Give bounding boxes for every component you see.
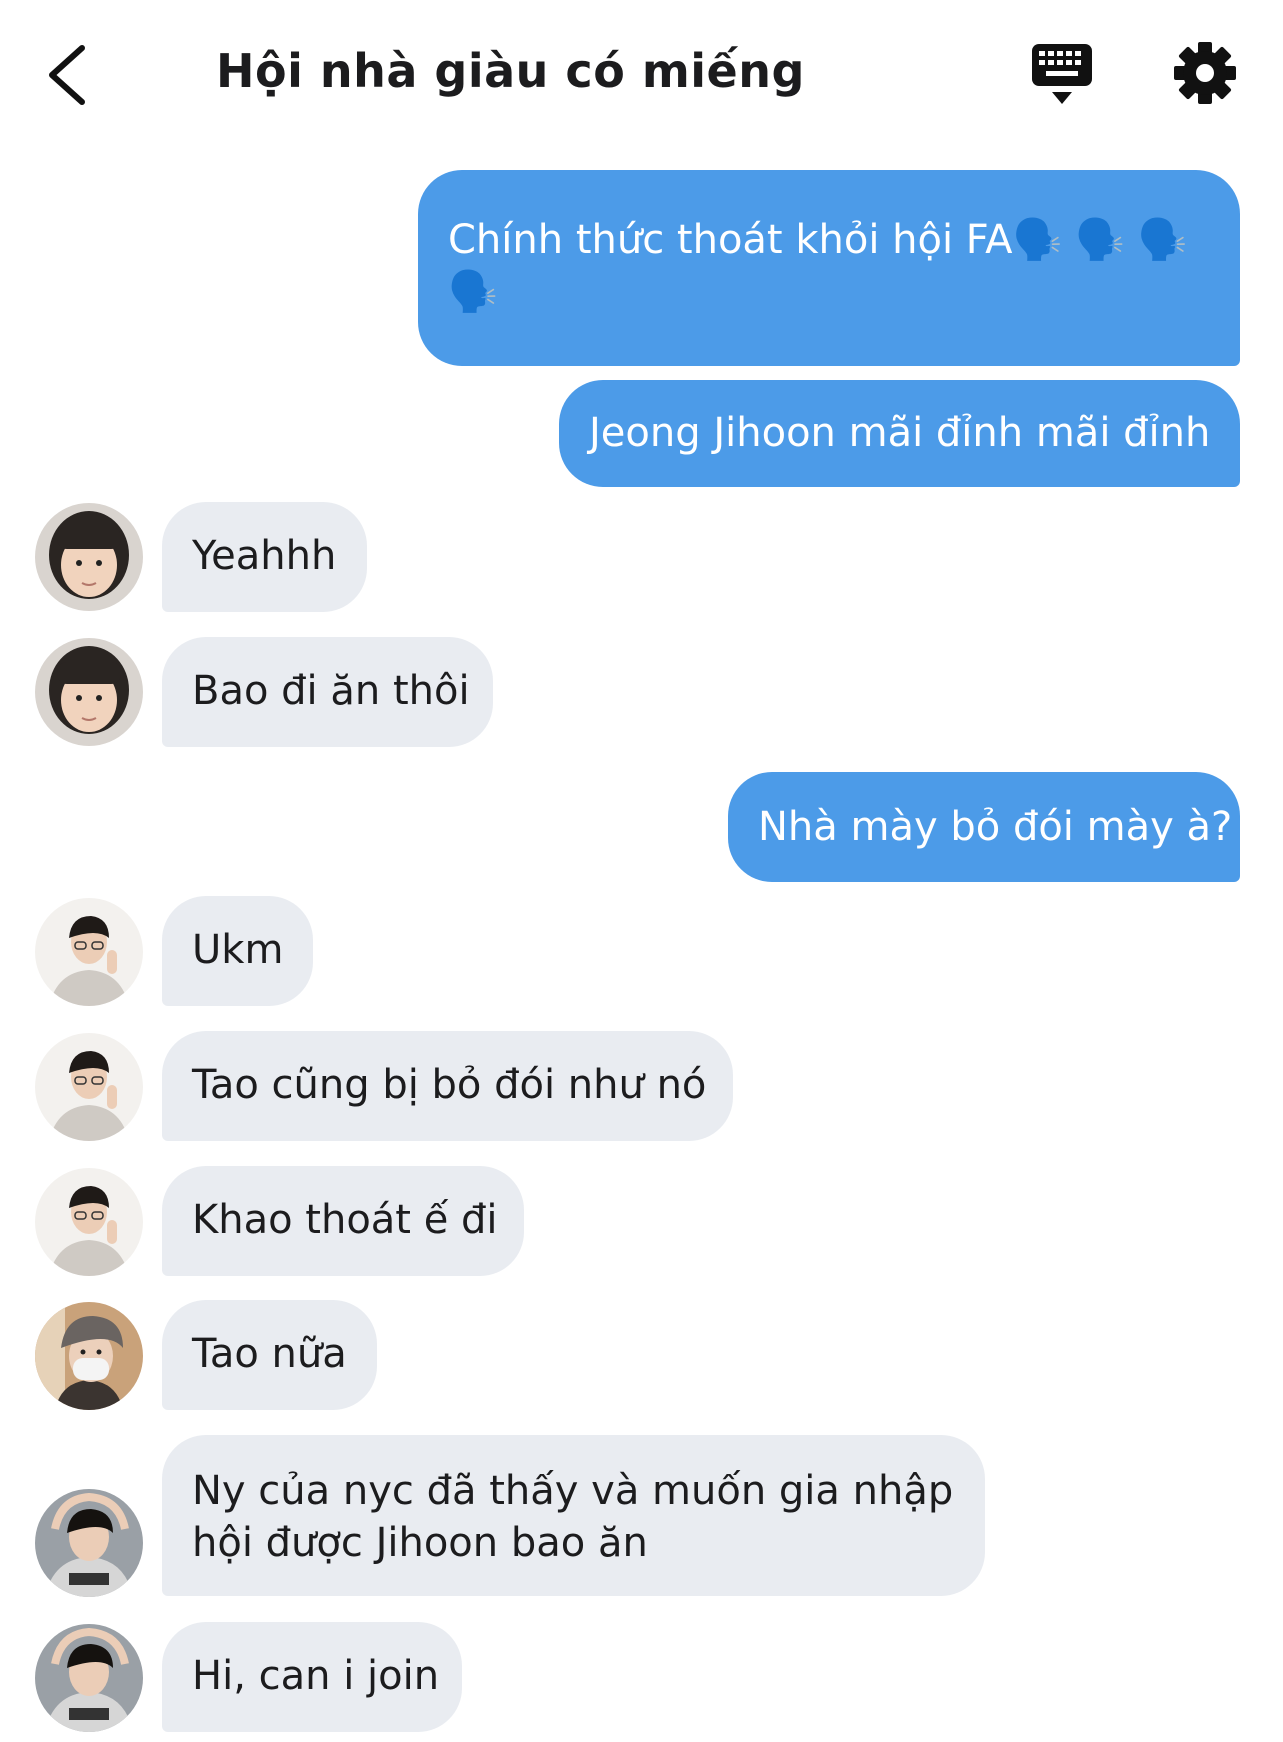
message-text: Nhà mày bỏ đói mày à?: [758, 804, 1233, 850]
keyboard-button[interactable]: [1030, 42, 1094, 108]
user-d-avatar-image: [35, 1489, 143, 1597]
message-bubble-incoming[interactable]: Ukm: [162, 896, 313, 1006]
gear-icon: [1174, 42, 1236, 104]
chat-title: Hội nhà giàu có miếng: [216, 44, 805, 98]
message-bubble-incoming[interactable]: Tao cũng bị bỏ đói như nó: [162, 1031, 733, 1141]
chevron-left-icon: [49, 45, 85, 105]
avatar[interactable]: [35, 898, 143, 1006]
message-text: Hi, can i join: [192, 1653, 440, 1699]
avatar[interactable]: [35, 503, 143, 611]
message-text: Jeong Jihoon mãi đỉnh mãi đỉnh: [589, 410, 1211, 456]
message-text: Tao cũng bị bỏ đói như nó: [192, 1062, 707, 1108]
avatar[interactable]: [35, 1302, 143, 1410]
settings-button[interactable]: [1172, 40, 1238, 106]
message-bubble-incoming[interactable]: Yeahhh: [162, 502, 367, 612]
message-text: Ukm: [192, 927, 284, 973]
keyboard-icon: [1032, 44, 1092, 104]
avatar[interactable]: [35, 1489, 143, 1597]
message-bubble-incoming[interactable]: Tao nữa: [162, 1300, 377, 1410]
message-bubble-incoming[interactable]: Bao đi ăn thôi: [162, 637, 493, 747]
message-text: Bao đi ăn thôi: [192, 668, 470, 714]
chat-header: Hội nhà giàu có miếng: [0, 0, 1283, 150]
message-bubble-outgoing[interactable]: Chính thức thoát khỏi hội FA🗣️ 🗣️ 🗣️ 🗣️: [418, 170, 1240, 366]
avatar[interactable]: [35, 1033, 143, 1141]
message-text: Tao nữa: [192, 1331, 347, 1377]
message-bubble-outgoing[interactable]: Nhà mày bỏ đói mày à?: [728, 772, 1240, 882]
message-text: Ny của nyc đã thấy và muốn gia nhập hội …: [192, 1468, 954, 1566]
message-text: Khao thoát ế đi: [192, 1197, 498, 1243]
message-text: Chính thức thoát khỏi hội FA🗣️ 🗣️ 🗣️ 🗣️: [448, 217, 1188, 315]
avatar[interactable]: [35, 1624, 143, 1732]
avatar[interactable]: [35, 1168, 143, 1276]
message-bubble-incoming[interactable]: Khao thoát ế đi: [162, 1166, 524, 1276]
user-b-avatar-image: [35, 1168, 143, 1276]
message-text: Yeahhh: [192, 533, 337, 579]
avatar[interactable]: [35, 638, 143, 746]
user-b-avatar-image: [35, 898, 143, 1006]
user-b-avatar-image: [35, 1033, 143, 1141]
message-bubble-incoming[interactable]: Hi, can i join: [162, 1622, 462, 1732]
user-d-avatar-image: [35, 1624, 143, 1732]
user-a-avatar-image: [35, 503, 143, 611]
message-bubble-outgoing[interactable]: Jeong Jihoon mãi đỉnh mãi đỉnh: [559, 380, 1240, 487]
user-c-avatar-image: [35, 1302, 143, 1410]
back-button[interactable]: [40, 40, 100, 110]
user-a-avatar-image: [35, 638, 143, 746]
message-bubble-incoming[interactable]: Ny của nyc đã thấy và muốn gia nhập hội …: [162, 1435, 985, 1596]
